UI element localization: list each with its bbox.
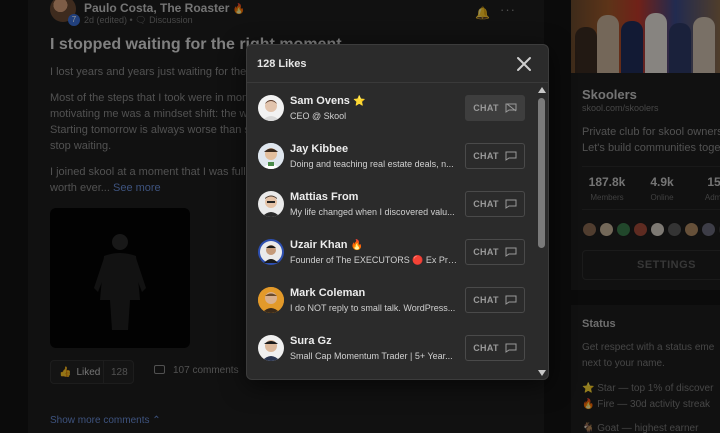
chat-button[interactable]: CHAT — [465, 95, 525, 121]
chat-label: CHAT — [473, 103, 499, 113]
user-bio: Founder of The EXECUTORS 🔴 Ex Pro... — [290, 255, 460, 265]
scroll-up-icon[interactable] — [538, 87, 546, 93]
chat-button[interactable]: CHAT — [465, 287, 525, 313]
user-name-line[interactable]: Uzair Khan 🔥 — [290, 239, 363, 251]
modal-header: 128 Likes — [247, 45, 548, 83]
scrollbar[interactable] — [535, 84, 548, 379]
chat-button[interactable]: CHAT — [465, 191, 525, 217]
user-bio: I do NOT reply to small talk. WordPress.… — [290, 303, 456, 313]
chat-label: CHAT — [473, 199, 499, 209]
user-name-line[interactable]: Sam Ovens ⭐ — [290, 95, 365, 107]
user-bio: My life changed when I discovered valu..… — [290, 207, 455, 217]
user-name: Jay Kibbee — [290, 143, 349, 155]
chat-icon — [505, 295, 517, 305]
user-name-line[interactable]: Mark Coleman — [290, 287, 365, 299]
scrollbar-thumb[interactable] — [538, 98, 545, 248]
user-bio: Small Cap Momentum Trader | 5+ Year... — [290, 351, 453, 361]
avatar[interactable] — [258, 239, 284, 265]
chat-label: CHAT — [473, 343, 499, 353]
avatar[interactable] — [258, 95, 284, 121]
modal-title: 128 Likes — [257, 58, 307, 70]
user-name: Sam Ovens — [290, 95, 350, 107]
chat-button[interactable]: CHAT — [465, 143, 525, 169]
avatar[interactable] — [258, 287, 284, 313]
user-bio: Doing and teaching real estate deals, n.… — [290, 159, 454, 169]
chat-label: CHAT — [473, 295, 499, 305]
user-name-line[interactable]: Mattias From — [290, 191, 358, 203]
chat-label: CHAT — [473, 151, 499, 161]
chat-icon — [505, 343, 517, 353]
user-name: Mark Coleman — [290, 287, 366, 299]
close-icon[interactable] — [515, 55, 533, 73]
list-item[interactable]: Uzair Khan 🔥 Founder of The EXECUTORS 🔴 … — [247, 228, 537, 276]
chat-icon — [505, 151, 517, 161]
avatar[interactable] — [258, 143, 284, 169]
scroll-down-icon[interactable] — [538, 370, 546, 376]
avatar[interactable] — [258, 191, 284, 217]
chat-button[interactable]: CHAT — [465, 335, 525, 361]
chat-icon — [505, 199, 517, 209]
user-name: Mattias From — [290, 191, 359, 203]
star-icon: ⭐ — [352, 96, 366, 107]
list-item[interactable]: Sura Gz Small Cap Momentum Trader | 5+ Y… — [247, 324, 537, 372]
avatar[interactable] — [258, 335, 284, 361]
user-name-line[interactable]: Sura Gz — [290, 335, 332, 347]
user-name: Sura Gz — [290, 335, 332, 347]
list-item[interactable]: Mark Coleman I do NOT reply to small tal… — [247, 276, 537, 324]
chat-icon — [505, 247, 517, 257]
likes-list[interactable]: Sam Ovens ⭐ CEO @ Skool CHAT Jay Kibbee … — [247, 84, 537, 379]
list-item[interactable]: Mattias From My life changed when I disc… — [247, 180, 537, 228]
list-item[interactable]: Jay Kibbee Doing and teaching real estat… — [247, 132, 537, 180]
fire-icon: 🔥 — [350, 240, 363, 251]
list-item[interactable]: Sam Ovens ⭐ CEO @ Skool CHAT — [247, 84, 537, 132]
user-bio: CEO @ Skool — [290, 111, 347, 121]
chat-button[interactable]: CHAT — [465, 239, 525, 265]
chat-icon — [505, 103, 517, 113]
user-name: Uzair Khan — [290, 239, 348, 251]
chat-label: CHAT — [473, 247, 499, 257]
user-name-line[interactable]: Jay Kibbee — [290, 143, 348, 155]
likes-modal: 128 Likes Sam Ovens ⭐ CEO @ Skool CHAT J… — [246, 44, 549, 380]
page: 7 Paulo Costa, The Roaster 🔥 2d (edited)… — [0, 0, 720, 433]
